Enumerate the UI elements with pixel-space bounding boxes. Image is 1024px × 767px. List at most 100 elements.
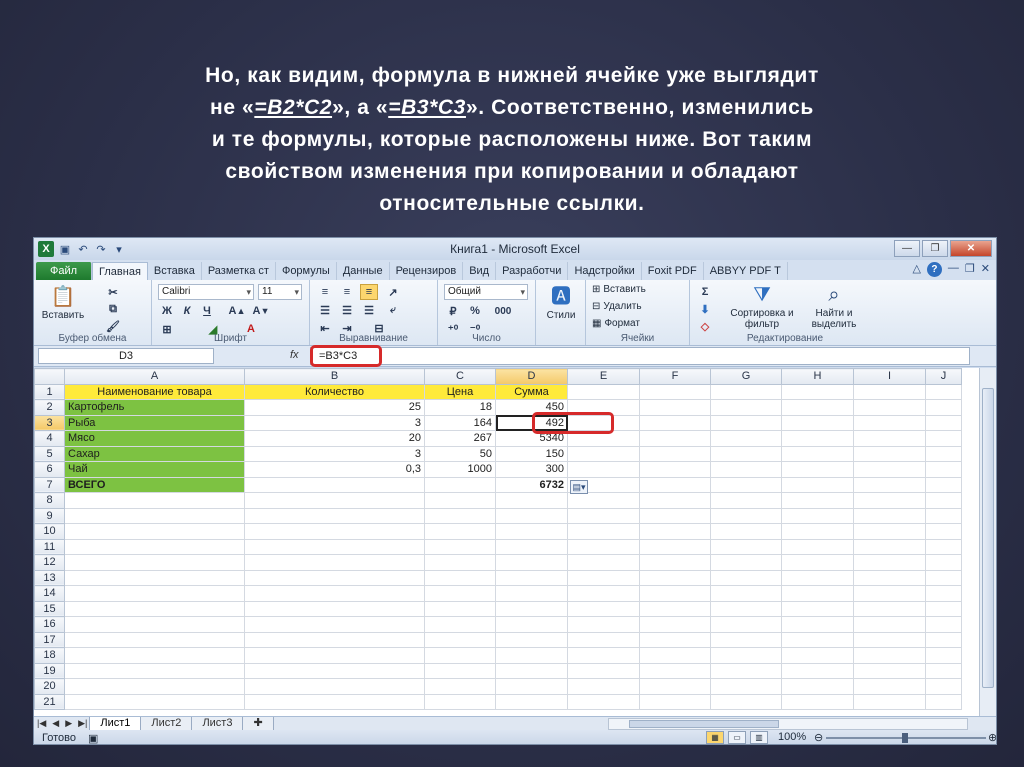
cell[interactable] bbox=[64, 554, 245, 571]
cell[interactable] bbox=[781, 647, 854, 664]
cell[interactable] bbox=[639, 569, 711, 586]
row-header[interactable]: 6 bbox=[34, 461, 65, 478]
cell[interactable] bbox=[710, 678, 782, 695]
align-top-icon[interactable]: ≡ bbox=[316, 284, 334, 300]
cell[interactable] bbox=[853, 678, 926, 695]
cell[interactable] bbox=[781, 678, 854, 695]
tab-developer[interactable]: Разработчи bbox=[496, 262, 569, 280]
cell[interactable] bbox=[639, 554, 711, 571]
cell[interactable] bbox=[495, 569, 568, 586]
row-header[interactable]: 18 bbox=[34, 647, 65, 664]
cell[interactable] bbox=[781, 569, 854, 586]
cell[interactable] bbox=[567, 693, 640, 710]
format-cells-button[interactable]: ▦ Формат bbox=[592, 318, 640, 329]
cell[interactable] bbox=[710, 507, 782, 524]
wrap-text-icon[interactable]: ⤶ bbox=[384, 302, 402, 318]
close-button[interactable]: ✕ bbox=[950, 240, 992, 257]
cell[interactable] bbox=[710, 492, 782, 509]
cell[interactable] bbox=[781, 662, 854, 679]
number-format-select[interactable]: Общий bbox=[444, 284, 528, 300]
row-header[interactable]: 8 bbox=[34, 492, 65, 509]
cell[interactable] bbox=[495, 631, 568, 648]
cell[interactable] bbox=[567, 616, 640, 633]
cell[interactable] bbox=[710, 476, 782, 493]
tab-foxit-pdf[interactable]: Foxit PDF bbox=[642, 262, 704, 280]
horizontal-scrollbar[interactable] bbox=[608, 718, 968, 730]
cell[interactable] bbox=[639, 693, 711, 710]
row-header[interactable]: 14 bbox=[34, 585, 65, 602]
cell[interactable] bbox=[244, 569, 425, 586]
cell[interactable] bbox=[639, 461, 711, 478]
copy-icon[interactable]: ⧉ bbox=[104, 301, 122, 317]
name-box[interactable]: D3 bbox=[38, 348, 214, 364]
cell[interactable] bbox=[925, 569, 962, 586]
cell[interactable]: 267 bbox=[424, 430, 496, 447]
column-header[interactable]: A bbox=[64, 368, 245, 385]
cell[interactable] bbox=[64, 647, 245, 664]
customize-toolbar-icon[interactable]: ▾ bbox=[112, 242, 126, 256]
align-middle-icon[interactable]: ≡ bbox=[338, 284, 356, 300]
cell[interactable]: 0,3 bbox=[244, 461, 425, 478]
formula-input[interactable]: =B3*C3 bbox=[310, 347, 970, 365]
row-header[interactable]: 16 bbox=[34, 616, 65, 633]
cell[interactable] bbox=[781, 414, 854, 431]
cell[interactable] bbox=[244, 600, 425, 617]
cell[interactable] bbox=[64, 678, 245, 695]
horizontal-scroll-thumb[interactable] bbox=[629, 720, 779, 728]
row-header[interactable]: 1 bbox=[34, 383, 65, 400]
column-header[interactable]: E bbox=[567, 368, 640, 385]
cell[interactable] bbox=[853, 647, 926, 664]
cell[interactable] bbox=[424, 492, 496, 509]
align-left-icon[interactable]: ☰ bbox=[316, 302, 334, 318]
row-header[interactable]: 7 bbox=[34, 476, 65, 493]
cell[interactable] bbox=[64, 492, 245, 509]
paste-options-icon[interactable]: ▤▾ bbox=[570, 480, 588, 494]
cell[interactable]: Рыба bbox=[64, 414, 245, 431]
cell[interactable] bbox=[710, 445, 782, 462]
cell[interactable] bbox=[853, 600, 926, 617]
cell[interactable]: 164 bbox=[424, 414, 496, 431]
align-center-icon[interactable]: ☰ bbox=[338, 302, 356, 318]
cell[interactable] bbox=[567, 585, 640, 602]
minimize-button[interactable]: — bbox=[894, 240, 920, 257]
row-header[interactable]: 4 bbox=[34, 430, 65, 447]
doc-minimize-icon[interactable]: — bbox=[948, 262, 959, 277]
cell[interactable] bbox=[853, 445, 926, 462]
tab-data[interactable]: Данные bbox=[337, 262, 390, 280]
vertical-scrollbar[interactable] bbox=[979, 368, 996, 716]
column-header[interactable]: F bbox=[639, 368, 711, 385]
cell[interactable] bbox=[244, 492, 425, 509]
cell[interactable] bbox=[567, 647, 640, 664]
cell[interactable] bbox=[424, 554, 496, 571]
cell[interactable] bbox=[567, 383, 640, 400]
cell[interactable] bbox=[639, 430, 711, 447]
cell[interactable] bbox=[925, 414, 962, 431]
cell[interactable] bbox=[853, 383, 926, 400]
cell[interactable] bbox=[710, 383, 782, 400]
cell[interactable] bbox=[853, 476, 926, 493]
cell[interactable] bbox=[424, 476, 496, 493]
cell[interactable] bbox=[495, 585, 568, 602]
cell[interactable]: Мясо bbox=[64, 430, 245, 447]
cell[interactable] bbox=[925, 492, 962, 509]
column-header[interactable]: D bbox=[495, 368, 568, 385]
cell[interactable] bbox=[781, 585, 854, 602]
cell[interactable] bbox=[64, 693, 245, 710]
cell[interactable] bbox=[639, 476, 711, 493]
cell[interactable] bbox=[639, 585, 711, 602]
sort-filter-button[interactable]: ⧩ Сортировка и фильтр bbox=[724, 282, 800, 331]
cell[interactable] bbox=[710, 631, 782, 648]
tab-review[interactable]: Рецензиров bbox=[390, 262, 464, 280]
restore-button[interactable]: ❐ bbox=[922, 240, 948, 257]
cell[interactable]: 3 bbox=[244, 414, 425, 431]
cell[interactable] bbox=[781, 430, 854, 447]
cell[interactable] bbox=[781, 461, 854, 478]
cell[interactable] bbox=[710, 693, 782, 710]
save-icon[interactable]: ▣ bbox=[58, 242, 72, 256]
cell[interactable] bbox=[925, 476, 962, 493]
grow-font-icon[interactable]: A ▲ bbox=[228, 303, 246, 319]
select-all-corner[interactable] bbox=[34, 368, 65, 385]
format-painter-icon[interactable]: 🖌 bbox=[104, 318, 122, 334]
currency-icon[interactable]: ₽ bbox=[444, 303, 462, 319]
cell[interactable]: ВСЕГО bbox=[64, 476, 245, 493]
